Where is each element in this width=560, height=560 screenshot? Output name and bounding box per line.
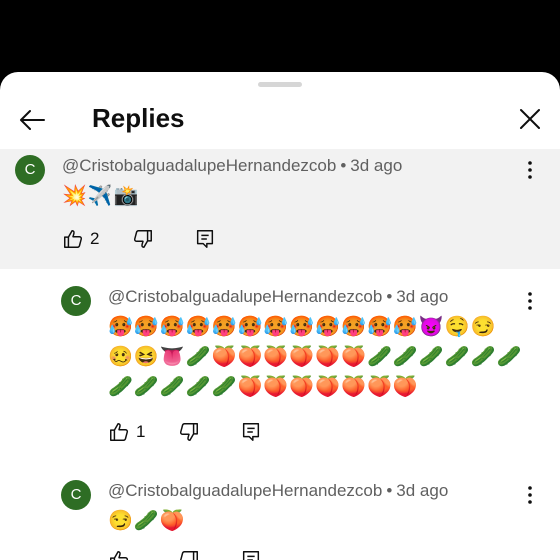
thumbs-up-icon <box>110 551 129 560</box>
thumbs-down-icon <box>180 551 198 560</box>
like-button[interactable]: 1 <box>108 420 145 444</box>
dislike-button[interactable] <box>132 227 154 251</box>
comment-author[interactable]: @CristobalguadalupeHernandezcob <box>108 481 382 500</box>
like-count: 2 <box>90 229 100 248</box>
close-button[interactable] <box>515 104 545 134</box>
reply-button[interactable] <box>240 548 262 560</box>
more-options-button[interactable] <box>521 484 539 506</box>
replies-sheet: Replies C @CristobalguadalupeHernandezco… <box>0 72 560 560</box>
back-button[interactable] <box>16 104 48 136</box>
like-button[interactable] <box>108 548 130 560</box>
reply-comment: C @CristobalguadalupeHernandezcob • 3d ago… <box>0 474 560 560</box>
comment-meta: @CristobalguadalupeHernandezcob • 3d ago <box>62 156 403 175</box>
back-arrow-icon <box>20 110 45 130</box>
comment-meta: @CristobalguadalupeHernandezcob • 3d ago <box>108 287 449 306</box>
comment-text-line: 🥵🥵🥵🥵🥵🥵🥵🥵🥵🥵🥵🥵😈🤤😏 <box>108 316 497 338</box>
comment-text-line: 🥒🥒🥒🥒🥒🍑🍑🍑🍑🍑🍑🍑 <box>108 376 419 398</box>
thumbs-up-icon <box>110 423 129 441</box>
comment-time: 3d ago <box>396 287 449 306</box>
page-title: Replies <box>92 103 185 133</box>
comment-meta: @CristobalguadalupeHernandezcob • 3d ago <box>108 481 449 500</box>
close-icon <box>520 109 540 129</box>
comment-text: 😏🥒🍑 <box>108 510 186 532</box>
comment-author[interactable]: @CristobalguadalupeHernandezcob <box>62 156 336 175</box>
reply-comment: C @CristobalguadalupeHernandezcob • 3d ago… <box>0 280 560 460</box>
reply-button[interactable] <box>194 227 216 251</box>
avatar[interactable]: C <box>61 480 91 510</box>
thumbs-up-icon <box>64 230 83 248</box>
dislike-button[interactable] <box>178 420 200 444</box>
comment-icon <box>196 230 214 248</box>
more-vert-icon <box>528 292 532 310</box>
more-options-button[interactable] <box>521 290 539 312</box>
more-vert-icon <box>528 486 532 504</box>
drag-handle[interactable] <box>258 82 302 87</box>
parent-comment: C @CristobalguadalupeHernandezcob • 3d ago… <box>0 149 560 269</box>
comment-icon <box>242 423 260 441</box>
comment-icon <box>242 551 260 560</box>
more-options-button[interactable] <box>521 159 539 181</box>
reply-button[interactable] <box>240 420 262 444</box>
more-vert-icon <box>528 161 532 179</box>
sheet-header: Replies <box>0 92 560 148</box>
like-button[interactable]: 2 <box>62 227 99 251</box>
like-count: 1 <box>136 422 146 441</box>
comment-time: 3d ago <box>350 156 403 175</box>
comment-author[interactable]: @CristobalguadalupeHernandezcob <box>108 287 382 306</box>
avatar[interactable]: C <box>15 155 45 185</box>
comment-text: 💥✈️📸 <box>62 185 140 207</box>
thumbs-down-icon <box>179 423 198 441</box>
thumbs-down-icon <box>133 230 152 248</box>
comment-text-line: 🥴😆👅🥒🍑🍑🍑🍑🍑🍑🥒🥒🥒🥒🥒🥒 <box>108 346 523 368</box>
avatar[interactable]: C <box>61 286 91 316</box>
comment-time: 3d ago <box>396 481 449 500</box>
dislike-button[interactable] <box>178 548 200 560</box>
